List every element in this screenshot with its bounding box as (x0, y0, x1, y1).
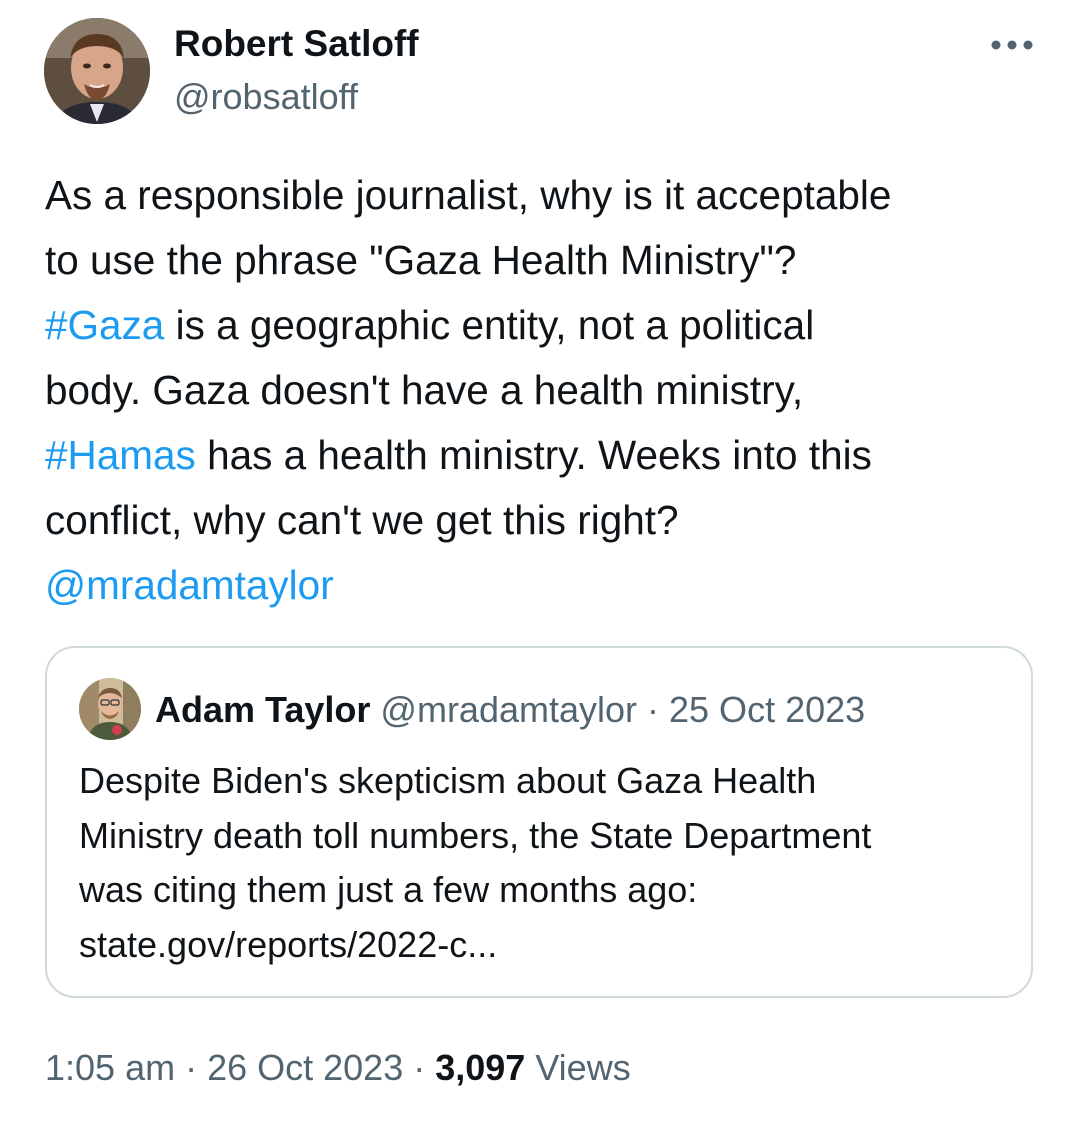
author-photo (44, 18, 150, 124)
more-horizontal-icon (991, 40, 1033, 50)
views-label: Views (525, 1047, 631, 1088)
quoted-tweet-card[interactable]: Adam Taylor @mradamtaylor · 25 Oct 2023 … (45, 646, 1033, 998)
separator-dot: · (175, 1047, 208, 1088)
quoted-tweet-header: Adam Taylor @mradamtaylor · 25 Oct 2023 (155, 686, 865, 734)
hashtag-link[interactable]: #Gaza (45, 302, 164, 348)
hashtag-link[interactable]: #Hamas (45, 432, 196, 478)
author-avatar[interactable] (44, 18, 150, 124)
tweet-text-segment: As a responsible journalist, why is it a… (45, 172, 892, 283)
separator-dot: · (403, 1047, 436, 1088)
quoted-author-photo (79, 678, 141, 740)
tweet-time[interactable]: 1:05 am (45, 1047, 175, 1088)
quoted-tweet-date[interactable]: 25 Oct 2023 (669, 689, 865, 730)
quoted-author-avatar[interactable] (79, 678, 141, 740)
quoted-tweet-text: Despite Biden's skepticism about Gaza He… (79, 760, 872, 965)
tweet-footer: 1:05 am · 26 Oct 2023 · 3,097 Views (45, 1043, 631, 1093)
mention-link[interactable]: @mradamtaylor (45, 562, 334, 608)
author-name[interactable]: Robert Satloff (174, 22, 419, 66)
author-handle[interactable]: @robsatloff (174, 75, 358, 119)
views-count: 3,097 (435, 1047, 526, 1088)
quoted-author-handle[interactable]: @mradamtaylor (380, 689, 637, 730)
separator-dot: · (637, 689, 670, 730)
tweet-text: As a responsible journalist, why is it a… (45, 163, 1055, 618)
more-options-button[interactable] (986, 28, 1038, 62)
tweet-date[interactable]: 26 Oct 2023 (207, 1047, 403, 1088)
quoted-author-name[interactable]: Adam Taylor (155, 689, 370, 730)
